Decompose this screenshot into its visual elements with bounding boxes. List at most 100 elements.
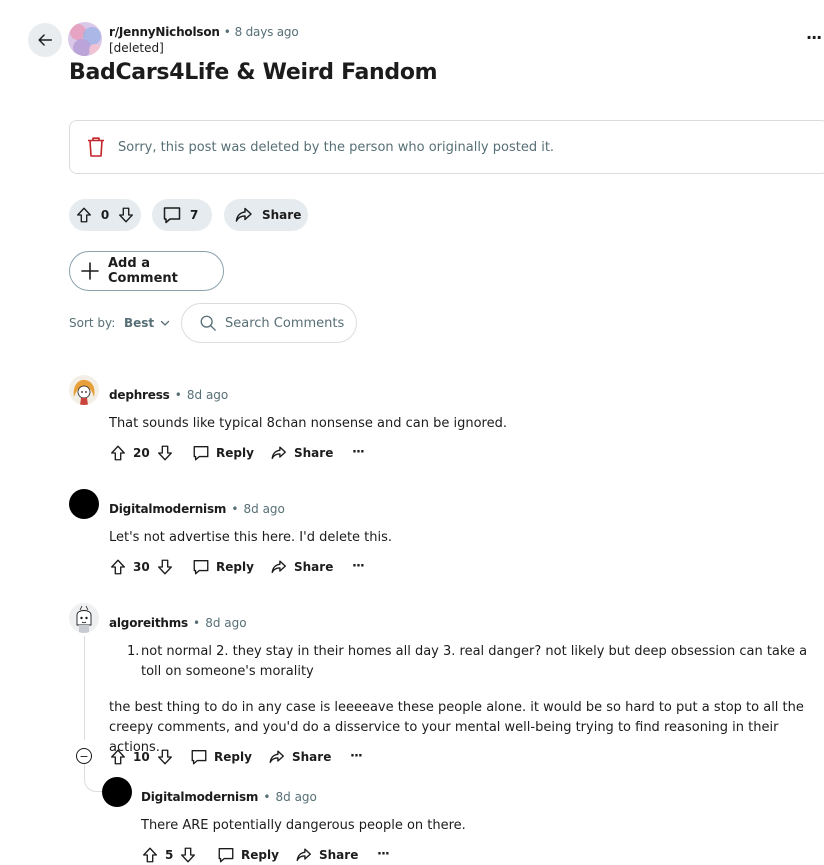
comment-time: 8d ago (243, 502, 285, 516)
share-arrow-icon (270, 444, 288, 462)
comment-vote-bar: 5 (141, 846, 197, 864)
share-label: Share (294, 560, 334, 574)
downvote-icon[interactable] (156, 748, 174, 766)
reply-label: Reply (216, 560, 254, 574)
comment-meta: dephress • 8d ago (109, 384, 228, 403)
avatar[interactable] (69, 603, 99, 633)
downvote-icon[interactable] (117, 206, 135, 224)
reply-connector (84, 764, 102, 792)
comment-time: 8d ago (186, 388, 229, 402)
add-comment-button[interactable]: Add a Comment (69, 251, 224, 291)
meta-separator: • (193, 616, 201, 630)
reply-button[interactable]: Reply (192, 558, 254, 576)
avatar[interactable] (102, 777, 132, 807)
vote-count: 10 (133, 750, 150, 764)
back-button[interactable] (28, 23, 62, 57)
comment-vote-bar: 10 (109, 748, 174, 766)
share-button[interactable]: Share (270, 558, 333, 576)
subreddit-avatar[interactable] (68, 22, 102, 56)
comment-bubble-icon (162, 205, 182, 225)
share-label: Share (294, 446, 334, 460)
chevron-down-icon (160, 318, 170, 328)
upvote-icon[interactable] (141, 846, 159, 864)
share-button[interactable]: Share (270, 444, 333, 462)
search-comments-input[interactable]: Search Comments (181, 303, 357, 343)
share-arrow-icon (268, 748, 286, 766)
post-meta: r/JennyNicholson • 8 days ago (109, 25, 299, 39)
share-label: Share (292, 750, 332, 764)
vote-count: 5 (165, 848, 174, 862)
add-comment-label: Add a Comment (108, 256, 178, 286)
comment-username[interactable]: Digitalmodernism (109, 502, 226, 516)
reply-button[interactable]: Reply (190, 748, 252, 766)
reply-button[interactable]: Reply (217, 846, 279, 864)
comment-username[interactable]: algoreithms (109, 616, 188, 630)
comment-more-options[interactable]: ··· (352, 559, 365, 574)
arrow-left-icon (38, 34, 53, 46)
meta-separator: • (263, 790, 271, 804)
avatar[interactable] (69, 489, 99, 519)
search-placeholder: Search Comments (225, 315, 345, 331)
post-time: 8 days ago (234, 25, 299, 39)
upvote-icon[interactable] (109, 558, 127, 576)
share-label: Share (262, 208, 302, 222)
downvote-icon[interactable] (156, 444, 174, 462)
comment-count: 7 (190, 208, 199, 222)
comment-vote-bar: 30 (109, 558, 174, 576)
reply-button[interactable]: Reply (192, 444, 254, 462)
comment-meta: Digitalmodernism • 8d ago (141, 786, 317, 805)
list-number: 1. (127, 644, 140, 659)
comment-body: That sounds like typical 8chan nonsense … (109, 416, 507, 431)
comment-list-item: not normal 2. they stay in their homes a… (141, 644, 808, 679)
share-arrow-icon (295, 846, 313, 864)
minus-icon: − (79, 749, 89, 763)
comment-username[interactable]: Digitalmodernism (141, 790, 258, 804)
comment-bubble-icon (192, 558, 210, 576)
reply-label: Reply (241, 848, 279, 862)
plus-icon (80, 261, 100, 281)
comments-button[interactable]: 7 (152, 199, 212, 231)
post-vote-bar: 0 (69, 199, 141, 231)
comment-more-options[interactable]: ··· (377, 847, 390, 862)
downvote-icon[interactable] (156, 558, 174, 576)
post-share-button[interactable]: Share (224, 199, 308, 231)
share-arrow-icon (234, 205, 254, 225)
sort-label: Sort by: (69, 316, 116, 330)
comment-time: 8d ago (275, 790, 317, 804)
upvote-icon[interactable] (109, 748, 127, 766)
comment-vote-bar: 20 (109, 444, 174, 462)
comment-bubble-icon (217, 846, 235, 864)
sort-value: Best (124, 316, 155, 330)
comment-more-options[interactable]: ··· (350, 749, 363, 764)
meta-separator: • (223, 25, 231, 39)
share-label: Share (319, 848, 359, 862)
subreddit-name[interactable]: r/JennyNicholson (109, 25, 220, 39)
post-vote-count: 0 (100, 208, 110, 222)
vote-count: 20 (133, 446, 150, 460)
avatar[interactable] (69, 375, 99, 405)
comment-time: 8d ago (205, 616, 247, 630)
share-button[interactable]: Share (295, 846, 358, 864)
sort-dropdown[interactable]: Best (124, 316, 170, 330)
upvote-icon[interactable] (75, 206, 93, 224)
post-title: BadCars4Life & Weird Fandom (69, 60, 438, 85)
post-author: [deleted] (109, 41, 164, 55)
comment-bubble-icon (190, 748, 208, 766)
thread-line (84, 636, 85, 740)
reply-label: Reply (214, 750, 252, 764)
share-button[interactable]: Share (268, 748, 331, 766)
downvote-icon[interactable] (179, 846, 197, 864)
post-more-options-button[interactable]: ··· (806, 28, 822, 47)
upvote-icon[interactable] (109, 444, 127, 462)
vote-count: 30 (133, 560, 150, 574)
comment-username[interactable]: dephress (109, 388, 170, 402)
collapse-thread-button[interactable]: − (76, 748, 92, 764)
comment-bubble-icon (192, 444, 210, 462)
comment-meta: algoreithms • 8d ago (109, 612, 247, 631)
search-icon (199, 314, 217, 332)
comment-more-options[interactable]: ··· (352, 445, 365, 460)
share-arrow-icon (270, 558, 288, 576)
trash-icon (87, 136, 105, 158)
meta-separator: • (231, 502, 239, 516)
comment-body: Let's not advertise this here. I'd delet… (109, 530, 393, 545)
